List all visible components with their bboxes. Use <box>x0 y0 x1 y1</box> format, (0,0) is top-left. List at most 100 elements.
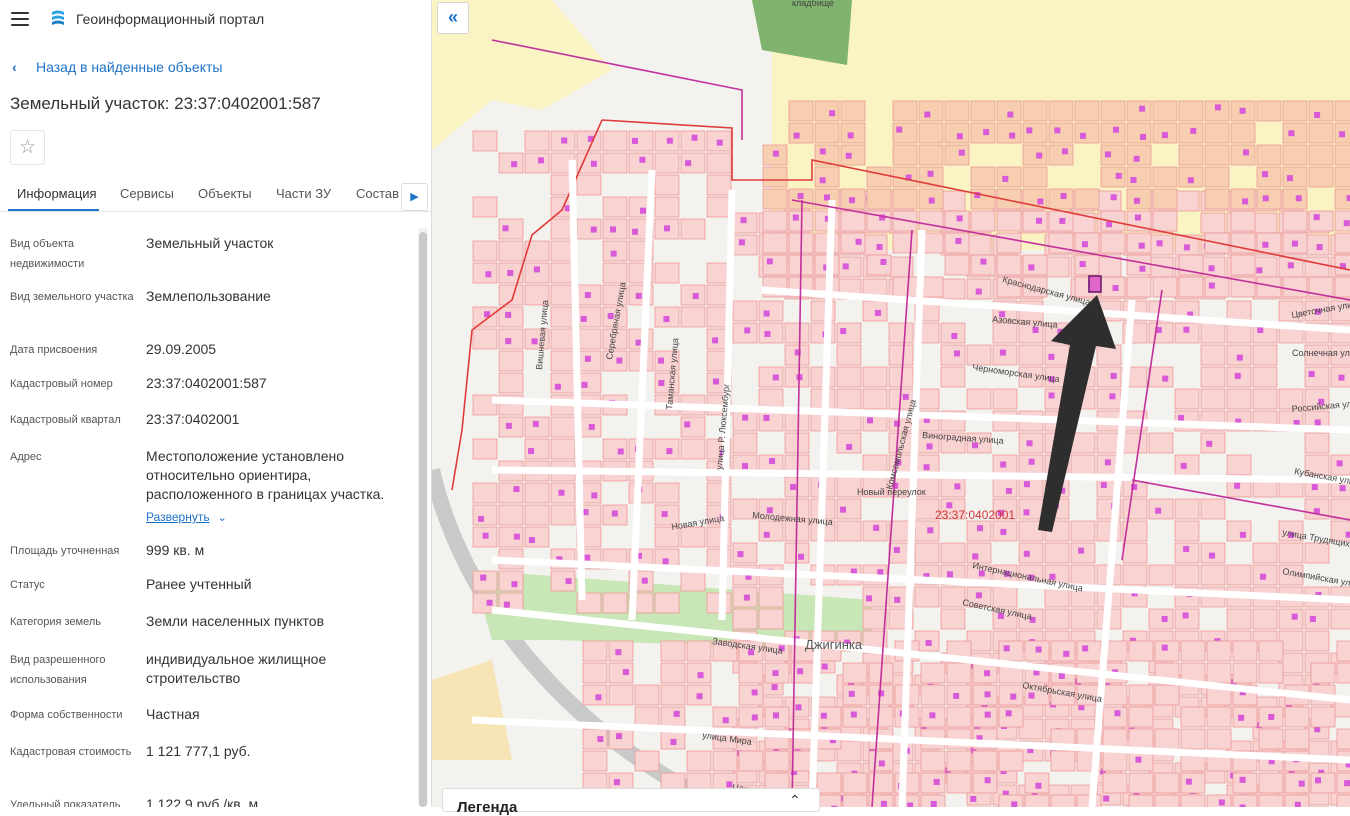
land-parcel <box>732 410 758 432</box>
info-label: Вид объекта недвижимости <box>10 238 85 270</box>
land-parcel <box>1200 212 1226 234</box>
land-parcel <box>940 366 966 388</box>
tabs-scroll-right-button[interactable]: ▶ <box>401 183 428 211</box>
building-footprint <box>635 339 642 346</box>
building-footprint <box>505 422 512 429</box>
tab-parts[interactable]: Части ЗУ <box>276 186 331 201</box>
building-footprint <box>1058 672 1065 679</box>
chevron-down-icon[interactable]: ⌄ <box>218 512 227 524</box>
page-title: Земельный участок: 23:37:0402001:587 <box>10 94 321 113</box>
building-footprint <box>584 292 591 299</box>
favorite-star-button[interactable]: ☆ <box>10 130 45 165</box>
panel-scrollbar[interactable] <box>418 228 428 807</box>
building-footprint <box>790 483 797 490</box>
building-footprint <box>953 692 960 699</box>
legend-title: Легенда <box>457 799 518 816</box>
building-footprint <box>610 250 617 257</box>
collapse-panel-button[interactable]: « <box>437 2 469 34</box>
legend-panel[interactable]: Легенда ⌃ <box>442 788 820 816</box>
app-title: Геоинформационный портал <box>76 11 265 27</box>
building-footprint <box>927 527 934 534</box>
building-footprint <box>1106 221 1113 228</box>
building-footprint <box>716 139 723 146</box>
cadastral-map[interactable]: кладбище 23:37:0402001 Джигинка Краснода… <box>432 0 1350 807</box>
building-footprint <box>591 492 598 499</box>
land-parcel <box>1126 276 1152 298</box>
land-parcel <box>550 416 576 438</box>
land-parcel <box>524 504 550 526</box>
info-label: Кадастровая стоимость <box>10 746 132 758</box>
land-parcel <box>758 366 784 388</box>
subject-parcel[interactable] <box>1088 275 1102 293</box>
building-footprint <box>819 148 826 155</box>
building-footprint <box>1208 282 1215 289</box>
land-parcel <box>918 100 944 122</box>
building-footprint <box>1036 217 1043 224</box>
scrollbar-thumb[interactable] <box>419 232 427 807</box>
land-parcel <box>498 504 524 526</box>
land-parcel <box>866 254 892 276</box>
land-parcel <box>970 210 996 232</box>
land-parcel <box>998 706 1024 728</box>
land-parcel <box>582 728 608 750</box>
building-footprint <box>975 592 982 599</box>
building-footprint <box>658 357 665 364</box>
land-parcel <box>816 794 842 807</box>
land-parcel <box>866 188 892 210</box>
double-chevron-left-icon: « <box>447 7 458 27</box>
chevron-up-icon[interactable]: ⌃ <box>789 792 801 809</box>
back-to-results-link[interactable]: ‹ Назад в найденные объекты <box>12 59 222 75</box>
building-footprint <box>597 736 604 743</box>
building-footprint <box>970 795 977 802</box>
building-footprint <box>537 157 544 164</box>
building-footprint <box>1103 795 1110 802</box>
building-footprint <box>1059 217 1066 224</box>
land-parcel <box>836 388 862 410</box>
building-footprint <box>595 694 602 701</box>
land-parcel <box>712 750 738 772</box>
land-parcel <box>550 372 576 394</box>
header-bar: Геоинформационный портал <box>0 0 431 38</box>
land-parcel <box>816 706 842 728</box>
building-footprint <box>1315 777 1322 784</box>
land-parcel <box>472 262 498 284</box>
building-footprint <box>554 383 561 390</box>
land-parcel <box>762 188 788 210</box>
land-parcel <box>970 166 996 188</box>
building-footprint <box>866 595 873 602</box>
building-footprint <box>1308 370 1315 377</box>
building-footprint <box>840 328 847 335</box>
building-footprint <box>984 691 991 698</box>
building-footprint <box>1104 151 1111 158</box>
building-footprint <box>1338 374 1345 381</box>
land-parcel <box>1178 144 1204 166</box>
building-footprint <box>772 712 779 719</box>
land-parcel <box>862 234 888 256</box>
land-parcel <box>1282 100 1308 122</box>
land-parcel <box>1018 542 1044 564</box>
land-parcel <box>1200 366 1226 388</box>
land-parcel <box>1252 212 1278 234</box>
land-parcel <box>996 166 1022 188</box>
land-parcel <box>1256 166 1282 188</box>
land-parcel <box>1230 254 1256 276</box>
building-footprint <box>1287 262 1294 269</box>
land-parcel <box>996 100 1022 122</box>
building-footprint <box>1000 461 1007 468</box>
building-footprint <box>867 417 874 424</box>
tab-information[interactable]: Информация <box>17 186 97 201</box>
land-parcel <box>1258 772 1284 794</box>
hamburger-menu-icon[interactable] <box>11 12 29 26</box>
tab-objects[interactable]: Объекты <box>198 186 252 201</box>
building-footprint <box>848 690 855 697</box>
map-canvas[interactable]: кладбище 23:37:0402001 Джигинка Краснода… <box>432 0 1350 807</box>
land-parcel <box>762 254 788 276</box>
building-footprint <box>925 639 932 646</box>
land-parcel <box>1096 344 1122 366</box>
tab-services[interactable]: Сервисы <box>120 186 174 201</box>
tab-composition[interactable]: Состав <box>356 186 399 201</box>
land-parcel <box>892 232 918 254</box>
land-parcel <box>992 322 1018 344</box>
building-footprint <box>663 316 670 323</box>
expand-address-link[interactable]: Развернуть <box>146 510 210 524</box>
